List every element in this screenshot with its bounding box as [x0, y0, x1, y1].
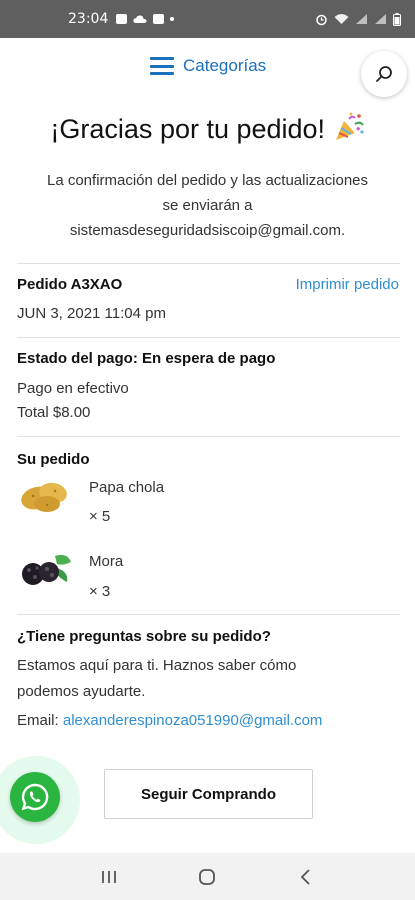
- status-system-icons: [315, 12, 401, 26]
- facebook-icon: [153, 14, 165, 24]
- item-name: Papa chola: [89, 479, 165, 496]
- categories-label: Categorías: [183, 56, 267, 75]
- continue-shopping-button[interactable]: Seguir Comprando: [104, 769, 313, 819]
- divider: [17, 614, 400, 615]
- order-items-heading: Su pedido: [17, 451, 90, 468]
- back-icon: [300, 868, 310, 885]
- blackberry-image: [22, 554, 71, 585]
- home-icon: [199, 868, 216, 885]
- potato-image: [21, 482, 67, 512]
- page-title: ¡Gracias por tu pedido!: [0, 112, 415, 145]
- search-icon: [376, 66, 392, 82]
- more-notifications-icon: [170, 17, 175, 21]
- whatsapp-button[interactable]: [10, 772, 60, 822]
- whatsapp-icon: [21, 783, 49, 811]
- divider: [17, 436, 400, 437]
- search-button[interactable]: [361, 51, 407, 97]
- confirmation-line-1: La confirmación del pedido y las actuali…: [46, 172, 369, 189]
- item-name: Mora: [89, 553, 124, 570]
- alarm-icon: [316, 14, 327, 25]
- signal-icon: [356, 14, 367, 24]
- payment-method: Pago en efectivo: [17, 380, 129, 397]
- home-button[interactable]: [187, 862, 227, 892]
- recent-apps-icon: [102, 870, 117, 883]
- status-notification-icons: [116, 14, 175, 24]
- print-order-link[interactable]: Imprimir pedido: [296, 276, 399, 293]
- back-button[interactable]: [286, 862, 326, 892]
- hamburger-icon: [150, 57, 174, 75]
- order-total: Total $8.00: [17, 404, 91, 421]
- confirmation-line-2: se enviarán a: [162, 197, 253, 214]
- party-popper-icon: [335, 112, 364, 140]
- battery-icon: [393, 12, 401, 26]
- divider: [17, 263, 400, 264]
- status-bar: 23:04: [0, 0, 415, 38]
- confirmation-email: sistemasdeseguridadsiscoip@gmail.com.: [69, 222, 346, 239]
- divider: [17, 337, 400, 338]
- help-text-line-2: podemos ayudarte.: [17, 683, 146, 700]
- item-quantity: × 3: [89, 583, 111, 600]
- status-time: 23:04: [68, 11, 109, 27]
- wifi-icon: [334, 14, 349, 24]
- order-id: Pedido A3XAO: [17, 276, 123, 293]
- cloud-icon: [133, 15, 147, 23]
- payment-status: Estado del pago: En espera de pago: [17, 350, 276, 367]
- signal-2-icon: [375, 14, 386, 24]
- support-email-link[interactable]: alexanderespinoza051990@gmail.com: [63, 712, 323, 729]
- system-navigation-bar: [0, 853, 415, 900]
- order-date: JUN 3, 2021 11:04 pm: [17, 305, 166, 322]
- item-quantity: × 5: [89, 508, 111, 525]
- top-navigation: Categorías: [0, 38, 415, 100]
- help-email-row: Email: alexanderespinoza051990@gmail.com: [17, 712, 322, 729]
- confirmation-message: La confirmación del pedido y las actuali…: [15, 168, 400, 243]
- page-title-text: ¡Gracias por tu pedido!: [50, 114, 326, 144]
- recent-apps-button[interactable]: [89, 862, 129, 892]
- help-text-line-1: Estamos aquí para ti. Haznos saber cómo: [17, 657, 297, 674]
- gallery-icon: [116, 14, 128, 24]
- categories-menu-button[interactable]: Categorías: [150, 56, 266, 76]
- help-heading: ¿Tiene preguntas sobre su pedido?: [17, 628, 271, 645]
- email-label: Email:: [17, 712, 59, 729]
